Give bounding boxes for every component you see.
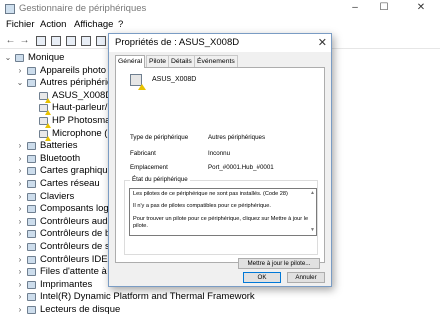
device-category-icon (27, 192, 36, 201)
manufacturer-label: Fabricant (130, 150, 156, 157)
properties-icon[interactable] (36, 36, 46, 46)
tree-item-label: HP Photosmart (52, 115, 117, 126)
menu-help[interactable]: ? (118, 19, 123, 30)
unknown-device-warning-icon (130, 74, 146, 90)
dialog-title-bar: Propriétés de : ASUS_X008D ✕ (109, 34, 331, 52)
tree-item-label: Batteries (40, 140, 78, 152)
tree-item-label: Intel(R) Dynamic Platform and Thermal Fr… (40, 291, 255, 303)
back-arrow-icon[interactable]: ← (5, 35, 16, 46)
maximize-button[interactable]: ☐ (375, 2, 393, 13)
device-category-icon (27, 243, 36, 251)
tab-general[interactable]: Général (115, 55, 146, 68)
device-category-icon (27, 205, 36, 214)
device-category-icon (15, 54, 24, 62)
chevron-right-icon[interactable]: › (16, 191, 24, 203)
chevron-right-icon[interactable]: › (16, 165, 24, 177)
tree-item-label: Cartes réseau (40, 178, 100, 189)
scroll-down-icon[interactable]: ▼ (310, 227, 315, 234)
device-category-icon (27, 306, 36, 314)
menu-fichier[interactable]: Fichier (6, 19, 35, 30)
forward-arrow-icon[interactable]: → (19, 35, 30, 46)
tree-item-label: Appareils photo (40, 64, 107, 76)
dialog-close-button[interactable]: ✕ (318, 36, 327, 49)
general-tab-panel: ASUS_X008D Type de périphérique Autres p… (115, 67, 325, 269)
location-label: Emplacement (130, 164, 168, 171)
tab-pilote[interactable]: Pilote (146, 55, 170, 67)
chevron-right-icon[interactable]: › (16, 254, 24, 266)
chevron-right-icon[interactable]: › (16, 304, 24, 316)
cancel-button[interactable]: Annuler (287, 272, 325, 283)
device-category-icon (27, 255, 36, 264)
main-window-title: Gestionnaire de périphériques (19, 3, 147, 14)
device-category-icon (27, 79, 36, 88)
status-line: Les pilotes de ce périphérique ne sont p… (133, 191, 288, 197)
warning-device-icon (39, 117, 51, 128)
tree-item-label: Claviers (40, 190, 75, 202)
properties-dialog: Propriétés de : ASUS_X008D ✕ Général Pil… (108, 33, 332, 287)
device-category-icon (27, 66, 36, 75)
chevron-right-icon[interactable]: › (16, 178, 24, 190)
view-icon[interactable] (51, 36, 61, 46)
tree-item[interactable]: › Lecteurs de disque (0, 304, 440, 316)
device-category-icon (27, 230, 36, 239)
main-title-bar: Gestionnaire de périphériques – ☐ ✕ (0, 0, 440, 18)
update-driver-icon[interactable] (81, 36, 91, 46)
tree-item-label: Cartes graphiques (40, 165, 118, 177)
tree-item-label: Bluetooth (40, 152, 81, 164)
status-line: Il n'y a pas de pilotes compatibles pour… (133, 203, 271, 209)
device-type-value: Autres périphériques (208, 134, 266, 141)
device-status-text[interactable]: Les pilotes de ce périphérique ne sont p… (129, 188, 317, 236)
tree-item-label: Imprimantes (40, 278, 93, 290)
device-name: ASUS_X008D (152, 76, 197, 83)
warning-device-icon (39, 91, 51, 103)
warning-device-icon (39, 104, 51, 116)
scan-hardware-icon[interactable] (96, 36, 106, 46)
update-driver-button[interactable]: Mettre à jour le pilote... (238, 258, 320, 269)
device-type-label: Type de périphérique (130, 134, 189, 141)
tree-item-label: Lecteurs de disque (40, 304, 121, 315)
tree-item-label: ASUS_X008D (52, 89, 113, 101)
chevron-down-icon[interactable]: ⌄ (16, 77, 24, 89)
device-category-icon (27, 142, 36, 151)
device-category-icon (27, 217, 36, 226)
tab-details[interactable]: Détails (168, 55, 195, 67)
chevron-right-icon[interactable]: › (16, 65, 24, 77)
scroll-up-icon[interactable]: ▲ (310, 190, 315, 197)
chevron-right-icon[interactable]: › (16, 241, 24, 253)
device-category-icon (27, 167, 36, 176)
device-category-icon (27, 180, 36, 188)
chevron-right-icon[interactable]: › (16, 291, 24, 303)
device-category-icon (27, 154, 36, 163)
device-category-icon (27, 268, 36, 277)
chevron-right-icon[interactable]: › (16, 266, 24, 278)
location-value: Port_#0001.Hub_#0001 (208, 164, 274, 171)
device-status-label: État du périphérique (130, 176, 190, 183)
menu-action[interactable]: Action (40, 19, 66, 30)
chevron-right-icon[interactable]: › (16, 203, 24, 215)
status-line: Pour trouver un pilote pour ce périphéri… (133, 216, 309, 229)
warning-device-icon (39, 129, 51, 141)
chevron-right-icon[interactable]: › (16, 153, 24, 165)
chevron-right-icon[interactable]: › (16, 216, 24, 228)
help-icon[interactable] (66, 36, 76, 46)
chevron-right-icon[interactable]: › (16, 228, 24, 240)
device-category-icon (27, 293, 36, 302)
tree-item-label: Monique (28, 52, 65, 63)
tree-item[interactable]: › Intel(R) Dynamic Platform and Thermal F… (0, 291, 440, 303)
dialog-title: Propriétés de : ASUS_X008D (115, 37, 240, 48)
device-manager-icon (5, 4, 15, 14)
chevron-right-icon[interactable]: › (16, 279, 24, 291)
device-category-icon (27, 280, 36, 289)
manufacturer-value: Inconnu (208, 150, 231, 157)
chevron-down-icon[interactable]: ⌄ (4, 52, 12, 64)
close-button[interactable]: ✕ (412, 2, 430, 13)
chevron-right-icon[interactable]: › (16, 140, 24, 152)
menu-bar: Fichier Action Affichage ? (0, 18, 440, 32)
ok-button[interactable]: OK (243, 272, 281, 283)
tab-evenements[interactable]: Événements (194, 55, 238, 67)
menu-affichage[interactable]: Affichage (74, 19, 113, 30)
minimize-button[interactable]: – (346, 2, 364, 13)
